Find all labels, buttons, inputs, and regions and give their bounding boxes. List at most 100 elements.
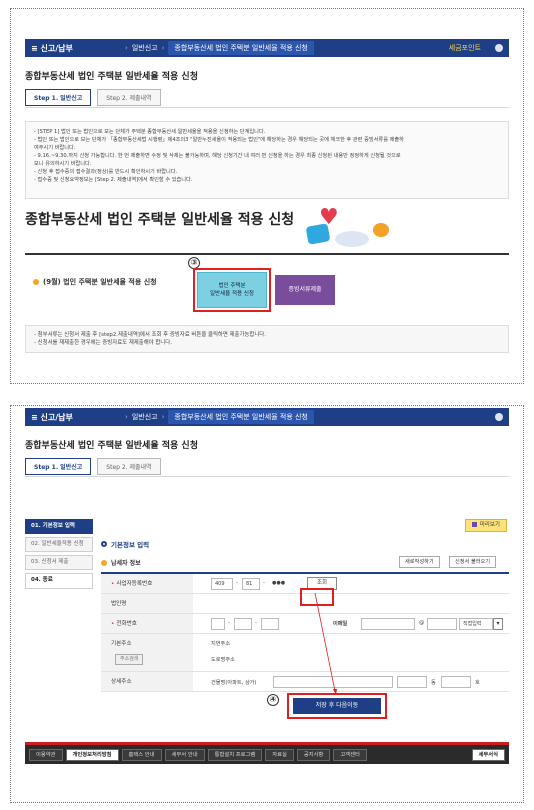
breadcrumb-current[interactable]: 종합부동산세 법인 주택분 일반세율 적용 신청 (168, 410, 314, 424)
jibun-address-label: 지번주소 (211, 641, 231, 647)
section-divider (25, 253, 509, 255)
detail-address-field[interactable] (273, 676, 393, 688)
guide-line: - [STEP 1] 법인 또는 법인으로 보는 단체가 주택분 종합부동산세 … (34, 129, 266, 135)
settings-circle-icon[interactable] (495, 413, 503, 421)
dong-unit: 동 (431, 680, 436, 686)
email-id-field[interactable] (361, 618, 415, 630)
form-row-detail: 상세주소 건물명(아파트, 상가) 동 호 (101, 672, 509, 692)
footer-link-install[interactable]: 통합설치 프로그램 (207, 748, 263, 761)
notice-box: - 첨부서류는 신청서 제출 후 [step2.제출내역]에서 조회 후 증빙자… (25, 325, 509, 353)
new-form-button[interactable]: 새로작성하기 (399, 556, 440, 568)
breadcrumb: › 일반신고 › 종합부동산세 법인 주택분 일반세율 적용 신청 (125, 410, 314, 424)
phone-field-2[interactable] (234, 618, 252, 630)
address-search-button[interactable]: 주소검색 (115, 654, 144, 665)
email-domain-field[interactable] (427, 618, 457, 630)
submit-docs-button[interactable]: 증빙서류제출 (275, 275, 335, 305)
chevron-right-icon: › (161, 44, 165, 52)
phone-field-1[interactable] (211, 618, 225, 630)
addr-label-text: 기본주소 (111, 641, 132, 647)
site-footer: 이용약관 개인정보처리방침 홈택스 안내 세무서 안내 통합설치 프로그램 자료… (25, 742, 509, 764)
phone-label-text: 전화번호 (116, 621, 137, 627)
sidebar-item-end[interactable]: 04. 종료 (25, 573, 93, 589)
guide-box: - [STEP 1] 법인 또는 법인으로 보는 단체가 주택분 종합부동산세 … (25, 121, 509, 199)
bizno-field-3[interactable]: ●●● (269, 578, 303, 590)
bizno-field-2[interactable]: 81 (242, 578, 260, 590)
chevron-down-icon[interactable]: ▾ (493, 618, 503, 630)
step-sidebar: 01. 기본정보 입력 02. 일반세율적용 신청 03. 신청서 제출 04.… (25, 519, 93, 592)
chevron-right-icon: › (125, 413, 128, 421)
notice-line: - 첨부서류는 신청서 제출 후 [step2.제출내역]에서 조회 후 증빙자… (34, 332, 266, 338)
sidebar-item-submit[interactable]: 03. 신청서 제출 (25, 555, 93, 570)
notice-line: - 신청서를 재제출한 경우에는 증빙자료도 재제출해야 합니다. (34, 340, 172, 346)
decoration-illustration: ♥ (301, 205, 397, 253)
form-row-address: 기본주소 주소검색 지번주소 도로명주소 (101, 634, 509, 672)
bizno-field-1[interactable]: 409 (211, 578, 233, 590)
footer-link-library[interactable]: 자료실 (265, 748, 294, 761)
guide-line: - 9.16.~9.30.까지 신청 가능합니다. 한 번 제출하면 수정 및 … (34, 153, 401, 159)
tab-step1[interactable]: Step 1. 일반신고 (25, 89, 92, 106)
addr-label: 기본주소 (101, 634, 193, 671)
ho-unit: 호 (475, 680, 480, 686)
footer-link-notice[interactable]: 공지사항 (296, 748, 331, 761)
tab-step2[interactable]: Step 2. 제출내역 (97, 89, 161, 106)
ho-field[interactable] (441, 676, 471, 688)
sidebar-item-basic-info[interactable]: 01. 기본정보 입력 (25, 519, 93, 534)
tab-step1[interactable]: Step 1. 일반신고 (25, 458, 92, 475)
sidebar-item-apply[interactable]: 02. 일반세율적용 신청 (25, 537, 93, 552)
search-highlight-box (300, 588, 334, 606)
page-title: 종합부동산세 법인 주택분 일반세율 적용 신청 (25, 441, 198, 451)
menu-brand[interactable]: ≡ 신고/납부 (25, 412, 125, 423)
circle-bullet-icon (101, 541, 107, 547)
section-big-title: 종합부동산세 법인 주택분 일반세율 적용 신청 (25, 212, 295, 228)
apply-row-text: (9월) 법인 주택분 일반세율 적용 신청 (43, 278, 157, 286)
dash: - (228, 620, 230, 626)
road-address-label: 도로명주소 (211, 657, 235, 663)
tax-point-link[interactable]: 세금포인트 (449, 43, 481, 53)
at-sign: @ (419, 620, 425, 626)
guide-line: 여주시기 바랍니다. (34, 145, 76, 151)
preview-button[interactable]: 미리보기 (464, 519, 507, 532)
guide-line: - 접수증 및 신청요약정보는 [Step 2. 제출내역]에서 확인할 수 있… (34, 177, 193, 183)
section-taxpayer-title: 납세자 정보 (111, 560, 141, 567)
page-title: 종합부동산세 법인 주택분 일반세율 적용 신청 (25, 72, 198, 82)
divider (25, 476, 509, 477)
footer-link-terms[interactable]: 이용약관 (29, 748, 63, 761)
section-basic-info: 기본정보 입력 (101, 539, 149, 549)
settings-circle-icon[interactable] (495, 44, 503, 52)
footer-link-hometax-guide[interactable]: 홈택스 안내 (121, 748, 162, 761)
cloud-icon (335, 231, 369, 247)
required-mark: • (111, 581, 115, 587)
preview-icon (471, 522, 477, 527)
section-taxpayer: 납세자 정보 (101, 558, 141, 567)
step-tabs: Step 1. 일반신고 Step 2. 제출내역 (25, 89, 161, 106)
breadcrumb-general-filing[interactable]: 일반신고 (132, 412, 158, 422)
footer-link-support[interactable]: 고객센터 (333, 748, 367, 761)
menu-brand[interactable]: ≡ 신고/납부 (25, 43, 125, 54)
email-label: 이메일 (333, 621, 348, 627)
footer-link-office-guide[interactable]: 세무서 안내 (164, 748, 205, 761)
guide-line: - 신청 후 접수증의 접수결과(정상)를 반드시 확인하시기 바랍니다. (34, 169, 178, 175)
save-next-button[interactable]: 저장 후 다음이동 (293, 698, 381, 714)
breadcrumb-general-filing[interactable]: 일반신고 (132, 43, 158, 53)
breadcrumb-current[interactable]: 종합부동산세 법인 주택분 일반세율 적용 신청 (168, 41, 314, 55)
apply-general-rate-button[interactable]: 법인 주택분 일반세율 적용 신청 (197, 272, 267, 308)
apply-row-label: (9월) 법인 주택분 일반세율 적용 신청 (33, 277, 157, 287)
dash: - (263, 580, 265, 586)
dong-field[interactable] (397, 676, 427, 688)
email-domain-select[interactable]: 직접입력 (459, 618, 493, 630)
tab-step2[interactable]: Step 2. 제출내역 (97, 458, 161, 475)
apply-button-line2: 일반세율 적용 신청 (210, 291, 254, 297)
footer-link-privacy[interactable]: 개인정보처리방침 (65, 748, 119, 761)
bizno-label: • 사업자등록번호 (101, 574, 193, 593)
chat-bubble-icon (373, 223, 389, 237)
bullet-dot-icon (33, 279, 39, 285)
load-form-button[interactable]: 신청서 불러오기 (449, 556, 497, 568)
breadcrumb: › 일반신고 › 종합부동산세 법인 주택분 일반세율 적용 신청 (125, 41, 314, 55)
heart-icon: ♥ (319, 205, 339, 230)
form-row-phone: • 전화번호 - - 이메일 @ 직접입력 ▾ (101, 614, 509, 634)
step1-panel: ≡ 신고/납부 › 일반신고 › 종합부동산세 법인 주택분 일반세율 적용 신… (10, 8, 524, 384)
guide-line: - 법인 또는 법인으로 보는 단체가 「종합부동산세법 시행령」제4조의3 "… (34, 137, 404, 143)
phone-field-3[interactable] (261, 618, 279, 630)
footer-link-forms[interactable]: 세무서식 (471, 748, 505, 761)
building-name-label: 건물명(아파트, 상가) (211, 680, 257, 686)
